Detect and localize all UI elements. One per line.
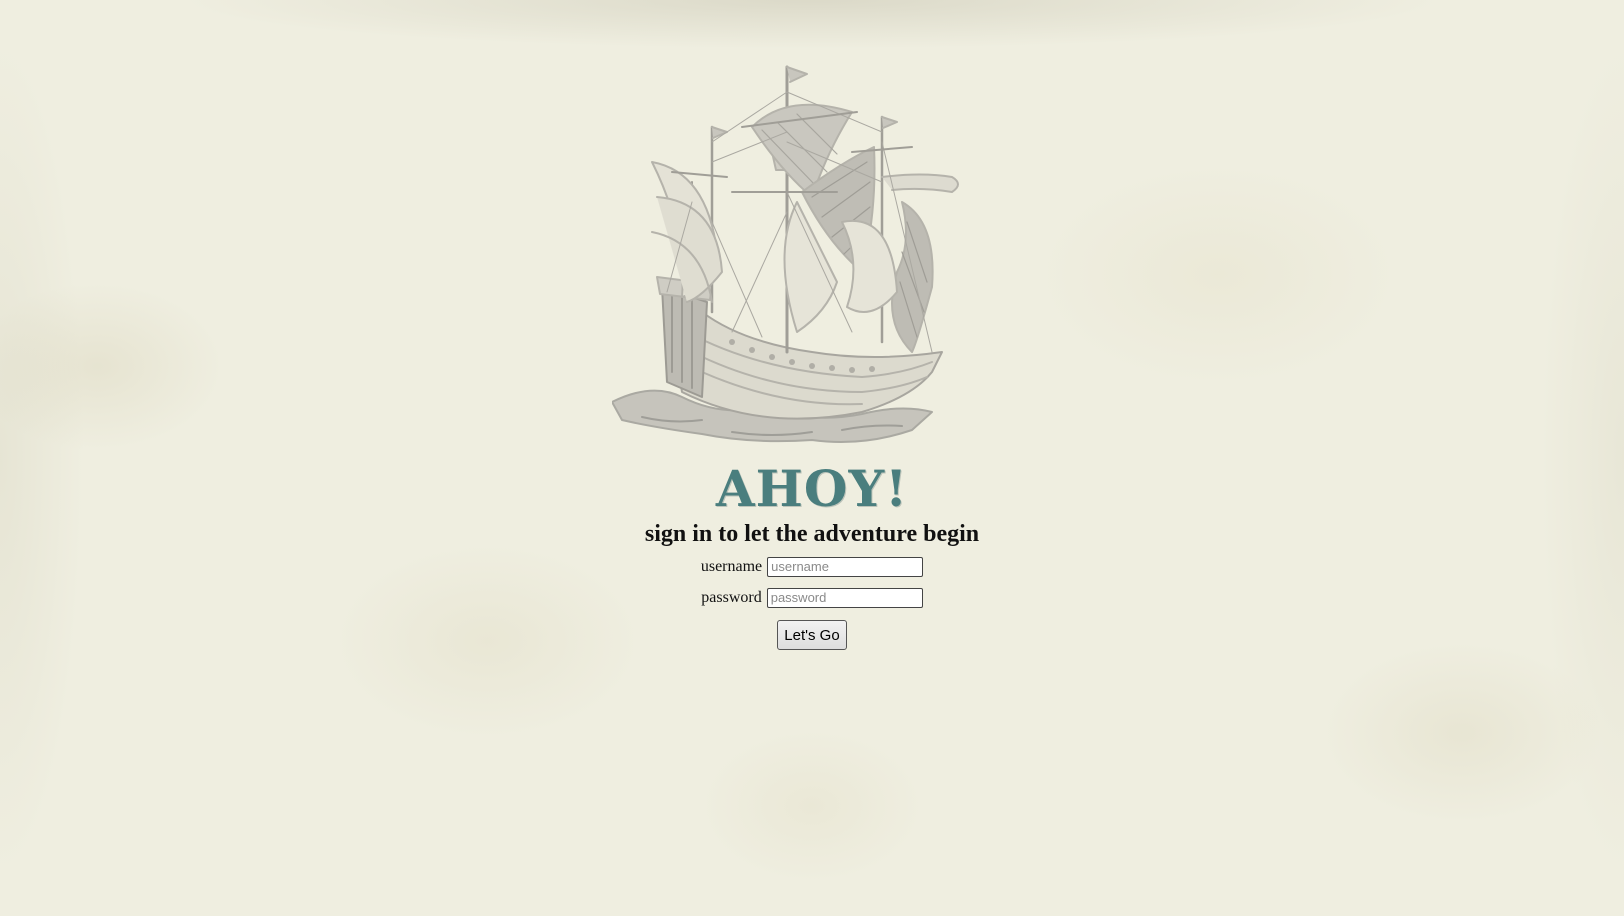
password-input[interactable] [766, 587, 923, 608]
submit-row: Let's Go [0, 620, 1624, 650]
username-row: username [0, 553, 1624, 580]
username-input[interactable] [767, 556, 924, 577]
sailing-ship-icon [611, 52, 1012, 462]
lets-go-button[interactable]: Let's Go [777, 620, 847, 650]
page-subtitle: sign in to let the adventure begin [644, 521, 980, 547]
login-panel: AHOY! sign in to let the adventure begin… [0, 462, 1624, 650]
password-row: password [0, 584, 1624, 611]
login-form: username password Let's Go [0, 553, 1624, 650]
page-title: AHOY! [715, 459, 909, 518]
password-label: password [701, 588, 762, 606]
username-label: username [700, 557, 763, 575]
